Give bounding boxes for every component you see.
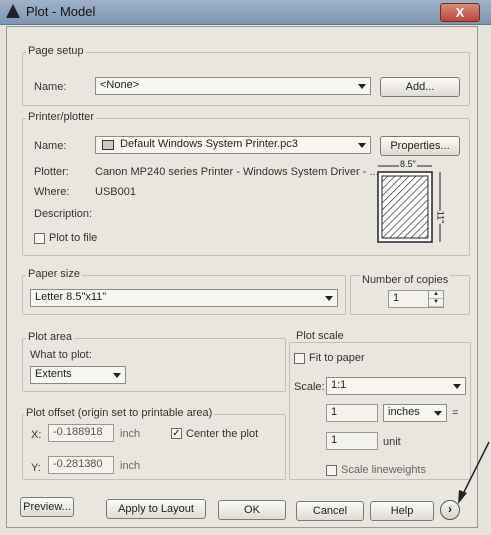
offset-y-input[interactable]: -0.281380 <box>48 456 114 474</box>
page-setup-name-value: <None> <box>100 79 140 91</box>
page-setup-name-select[interactable]: <None> <box>95 77 371 95</box>
plotter-label: Plotter: <box>34 166 69 178</box>
spin-up-icon[interactable]: ▲ <box>429 291 443 299</box>
printer-icon <box>102 140 114 150</box>
scale-label: Scale: <box>294 381 325 393</box>
fit-to-paper-label: Fit to paper <box>309 352 365 364</box>
chevron-down-icon <box>358 84 366 89</box>
plot-to-file-checkbox[interactable] <box>34 233 45 244</box>
scale-lineweights-checkbox[interactable] <box>326 465 337 476</box>
paper-height-label: 11" <box>435 210 446 224</box>
copies-legend: Number of copies <box>360 274 451 286</box>
printer-properties-button[interactable]: Properties... <box>380 136 460 156</box>
offset-x-unit: inch <box>120 428 141 440</box>
printable-area <box>381 175 429 239</box>
description-label: Description: <box>34 208 93 220</box>
printer-name-select[interactable]: Default Windows System Printer.pc3 <box>95 136 371 154</box>
scale-value2-input[interactable]: 1 <box>326 432 378 450</box>
apply-to-layout-button[interactable]: Apply to Layout <box>106 499 206 519</box>
chevron-down-icon <box>434 411 442 416</box>
plotter-value: Canon MP240 series Printer - Windows Sys… <box>95 166 379 178</box>
ok-button[interactable]: OK <box>218 500 286 520</box>
units-value: inches <box>388 406 420 418</box>
annotation-arrow <box>458 441 490 504</box>
what-to-plot-value: Extents <box>35 368 72 380</box>
plot-offset-legend: Plot offset (origin set to printable are… <box>24 407 215 419</box>
page-setup-name-label: Name: <box>34 81 67 93</box>
center-plot-label: Center the plot <box>186 428 259 440</box>
cancel-button[interactable]: Cancel <box>296 501 364 521</box>
printer-name-label: Name: <box>34 140 67 152</box>
where-label: Where: <box>34 186 70 198</box>
autocad-app-icon <box>6 4 20 18</box>
plot-area-legend: Plot area <box>26 331 75 343</box>
plot-scale-legend: Plot scale <box>294 330 346 342</box>
page-setup-legend: Page setup <box>26 45 86 57</box>
scale-value1-input[interactable]: 1 <box>326 404 378 422</box>
what-to-plot-label: What to plot: <box>30 349 92 361</box>
equals-sign: = <box>452 407 459 419</box>
chevron-down-icon <box>358 143 366 148</box>
close-button[interactable]: X <box>440 3 480 22</box>
unit-label: unit <box>383 436 401 448</box>
where-value: USB001 <box>95 186 136 198</box>
help-button[interactable]: Help <box>370 501 434 521</box>
copies-input[interactable]: 1 ▲ ▼ <box>388 290 444 308</box>
offset-x-label: X: <box>31 429 42 441</box>
chevron-down-icon <box>113 373 121 378</box>
chevron-down-icon <box>325 296 333 301</box>
paper-size-select[interactable]: Letter 8.5"x11" <box>30 289 338 307</box>
scale-select[interactable]: 1:1 <box>326 377 466 395</box>
paper-width-label: 8.5" <box>399 159 417 169</box>
scale-lineweights-label: Scale lineweights <box>341 464 426 476</box>
paper-preview <box>377 165 441 243</box>
printer-legend: Printer/plotter <box>26 111 97 123</box>
chevron-down-icon <box>453 384 461 389</box>
paper-size-legend: Paper size <box>26 268 82 280</box>
spin-down-icon[interactable]: ▼ <box>429 299 443 307</box>
offset-y-label: Y: <box>31 462 41 474</box>
units-select[interactable]: inches <box>383 404 447 422</box>
copies-spinner[interactable]: ▲ ▼ <box>428 291 443 307</box>
window-title: Plot - Model <box>26 4 96 19</box>
fit-to-paper-checkbox[interactable] <box>294 353 305 364</box>
preview-button[interactable]: Preview... <box>20 497 74 517</box>
add-page-setup-button[interactable]: Add... <box>380 77 460 97</box>
copies-value: 1 <box>393 292 400 304</box>
printer-name-value: Default Windows System Printer.pc3 <box>120 138 298 150</box>
offset-y-unit: inch <box>120 460 141 472</box>
scale-value: 1:1 <box>331 379 347 391</box>
plot-to-file-label: Plot to file <box>49 232 98 244</box>
paper-size-value: Letter 8.5"x11" <box>35 291 107 303</box>
offset-x-input[interactable]: -0.188918 <box>48 424 114 442</box>
what-to-plot-select[interactable]: Extents <box>30 366 126 384</box>
check-icon: ✓ <box>172 428 181 439</box>
center-plot-checkbox[interactable]: ✓ <box>171 428 182 439</box>
